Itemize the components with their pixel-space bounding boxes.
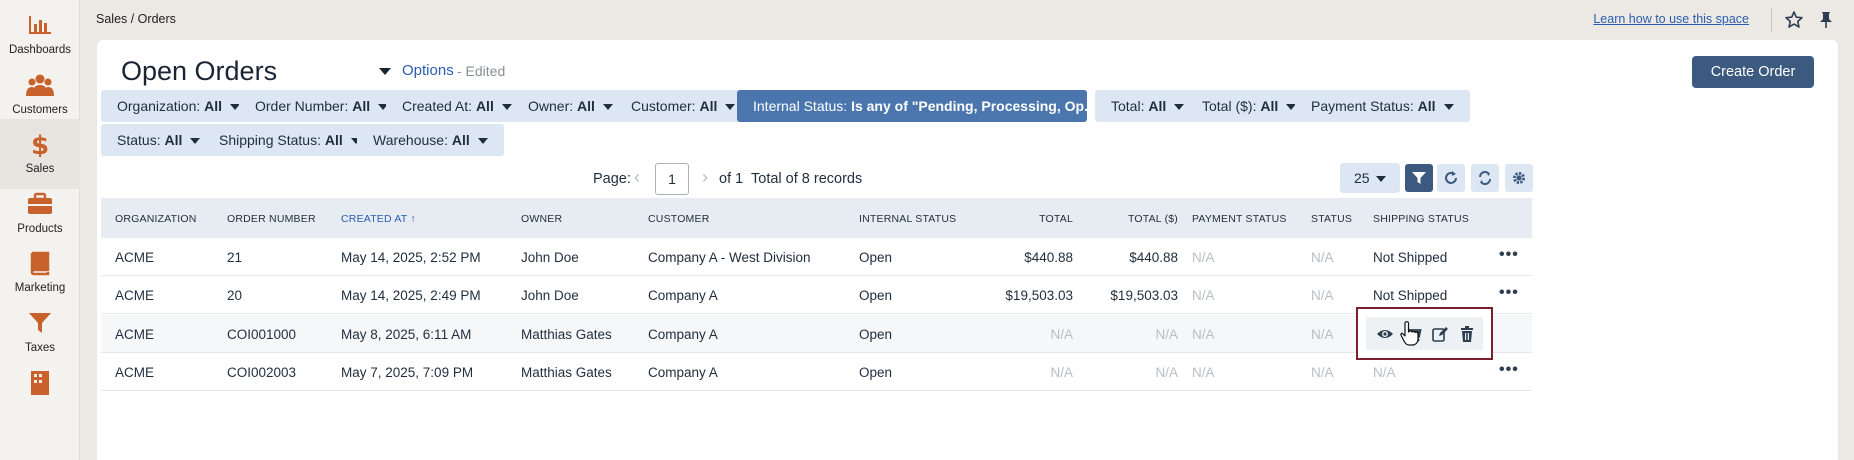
redo-icon (1445, 171, 1457, 184)
divider (1771, 8, 1772, 32)
caret-down-icon (1174, 104, 1185, 111)
sync-icon (1479, 171, 1491, 185)
col-internal-status[interactable]: INTERNAL STATUS (859, 213, 956, 225)
col-status[interactable]: STATUS (1311, 213, 1352, 225)
filter-warehouse[interactable]: Warehouse: All (357, 124, 504, 156)
more-icon[interactable]: ••• (1499, 284, 1519, 302)
caret-down-icon (602, 104, 613, 111)
top-bar: Sales / Orders Learn how to use this spa… (80, 0, 1854, 40)
edited-label: - Edited (457, 63, 506, 79)
col-total-usd[interactable]: TOTAL ($) (1111, 213, 1178, 225)
create-order-button[interactable]: Create Order (1692, 56, 1814, 88)
col-created-at[interactable]: CREATED AT ↑ (341, 213, 416, 225)
edit-icon[interactable] (1431, 325, 1449, 343)
row-actions-popover (1356, 307, 1493, 360)
filter-status[interactable]: Status: All (101, 124, 217, 156)
view-icon[interactable] (1376, 325, 1394, 343)
sidebar-item-label: Customers (12, 104, 68, 116)
sidebar-item-label: Products (17, 223, 63, 235)
settings-button[interactable] (1505, 164, 1533, 192)
trash-icon[interactable] (1458, 325, 1476, 343)
col-payment-status[interactable]: PAYMENT STATUS (1192, 213, 1287, 225)
briefcase-icon (26, 191, 54, 217)
col-owner[interactable]: OWNER (521, 213, 562, 225)
gear-icon (1513, 172, 1525, 184)
more-icon[interactable]: ••• (1499, 361, 1519, 379)
caret-down-icon (1443, 104, 1454, 111)
sidebar-item-label: Marketing (14, 282, 66, 294)
row-actions-toolbar (1366, 317, 1483, 350)
filter-total-usd[interactable]: Total ($): All (1186, 90, 1313, 122)
sidebar-item-label: Taxes (24, 342, 56, 354)
sidebar-item-label: Sales (25, 163, 55, 175)
caret-down-icon (477, 138, 488, 145)
page-count: of 1 (719, 171, 744, 187)
chevron-down-icon[interactable] (377, 64, 393, 78)
sort-arrow-up-icon: ↑ (410, 213, 416, 225)
caret-down-icon (1375, 176, 1386, 183)
filter-organization[interactable]: Organization: All (101, 90, 257, 122)
funnel-icon (1412, 172, 1426, 184)
svg-text:$: $ (31, 131, 49, 157)
page-input[interactable]: 1 (655, 163, 689, 195)
col-customer[interactable]: CUSTOMER (648, 213, 710, 225)
caret-down-icon (725, 104, 736, 111)
breadcrumb[interactable]: Sales / Orders (96, 12, 176, 26)
building-icon (26, 369, 54, 395)
col-shipping-status[interactable]: SHIPPING STATUS (1373, 213, 1469, 225)
chevron-right-icon[interactable]: › (702, 167, 708, 188)
table-row[interactable]: ACME 20 May 14, 2025, 2:49 PM John Doe C… (101, 276, 1532, 314)
options-link[interactable]: Options (402, 62, 454, 79)
book-icon (26, 250, 54, 276)
main-card: Open Orders Options - Edited Create Orde… (97, 40, 1838, 460)
filter-customer[interactable]: Customer: All (615, 90, 752, 122)
table-header: ORGANIZATION ORDER NUMBER CREATED AT ↑ O… (101, 198, 1532, 238)
learn-link[interactable]: Learn how to use this space (1593, 12, 1749, 26)
pin-icon[interactable] (1816, 10, 1836, 30)
page-title: Open Orders (121, 56, 278, 86)
col-order-number[interactable]: ORDER NUMBER (227, 213, 316, 225)
caret-down-icon (501, 104, 512, 111)
filter-internal-status[interactable]: Internal Status: Is any of "Pending, Pro… (737, 90, 1134, 122)
filter-order-number[interactable]: Order Number: All (239, 90, 405, 122)
filter-payment-status[interactable]: Payment Status: All (1295, 90, 1470, 122)
per-page-select[interactable]: 25 (1340, 163, 1400, 193)
chart-bar-icon (26, 12, 54, 38)
page-label: Page: (593, 171, 631, 187)
sidebar-item-building[interactable] (0, 357, 80, 427)
table-row[interactable]: ACME 21 May 14, 2025, 2:52 PM John Doe C… (101, 238, 1532, 276)
filter-owner[interactable]: Owner: All (512, 90, 629, 122)
chevron-left-icon[interactable]: ‹ (634, 167, 640, 188)
funnel-icon (26, 310, 54, 336)
col-total[interactable]: TOTAL (1021, 213, 1073, 225)
col-organization[interactable]: ORGANIZATION (115, 213, 197, 225)
filter-toggle-button[interactable] (1405, 164, 1433, 192)
hand-cursor-icon (1399, 320, 1421, 346)
total-records: Total of 8 records (751, 171, 863, 187)
sidebar: Dashboards Customers $ Sales Products Ma… (0, 0, 80, 460)
filter-total[interactable]: Total: All (1095, 90, 1201, 122)
refresh-button[interactable] (1437, 164, 1465, 192)
filter-shipping-status[interactable]: Shipping Status: All (203, 124, 377, 156)
caret-down-icon (190, 138, 201, 145)
sidebar-item-label: Dashboards (8, 44, 71, 56)
sync-button[interactable] (1471, 164, 1499, 192)
dollar-icon: $ (26, 131, 54, 161)
users-icon (26, 72, 54, 98)
filter-created-at[interactable]: Created At: All (386, 90, 528, 122)
table-row[interactable]: ACME COI002003 May 7, 2025, 7:09 PM Matt… (101, 353, 1532, 391)
table-row[interactable]: ACME COI001000 May 8, 2025, 6:11 AM Matt… (101, 315, 1532, 353)
star-icon[interactable] (1784, 10, 1804, 30)
more-icon[interactable]: ••• (1499, 246, 1519, 264)
